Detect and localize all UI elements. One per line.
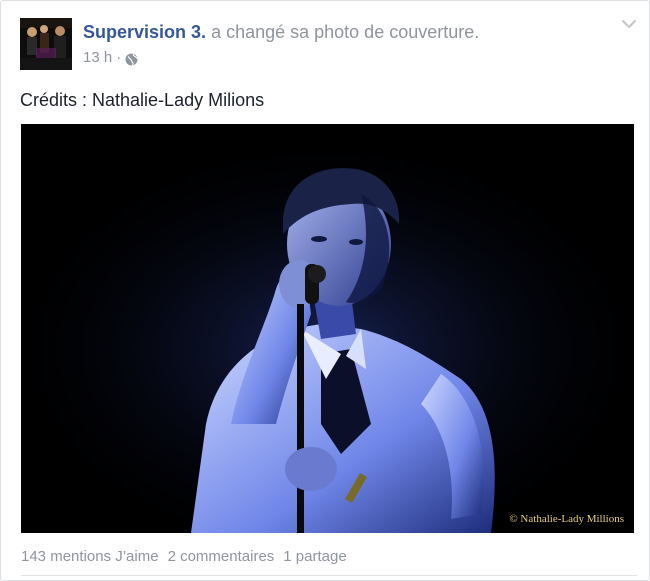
globe-icon[interactable] [125, 52, 139, 66]
profile-avatar[interactable] [20, 18, 72, 70]
chevron-down-icon[interactable] [620, 15, 638, 33]
post-timestamp[interactable]: 13 h [83, 48, 112, 68]
comments-count-link[interactable]: 2 commentaires [168, 548, 275, 565]
post-caption: Crédits : Nathalie-Lady Milions [20, 90, 265, 110]
post-meta: 13 h · [83, 48, 139, 68]
post-action-text: a changé sa photo de couverture. [211, 22, 480, 42]
post-card: Supervision 3. a changé sa photo de couv… [0, 0, 650, 581]
photo-watermark: © Nathalie-Lady Millions [509, 513, 624, 525]
post-header: Supervision 3. a changé sa photo de couv… [83, 20, 479, 44]
cover-photo[interactable]: © Nathalie-Lady Millions [21, 124, 634, 533]
post-stats: 143 mentions J’aime 2 commentaires 1 parta… [21, 547, 347, 567]
author-name-link[interactable]: Supervision 3. [83, 22, 206, 42]
shares-count-link[interactable]: 1 partage [283, 548, 346, 565]
divider [21, 575, 637, 576]
meta-separator: · [116, 49, 122, 66]
likes-count-link[interactable]: 143 mentions J’aime [21, 548, 159, 565]
